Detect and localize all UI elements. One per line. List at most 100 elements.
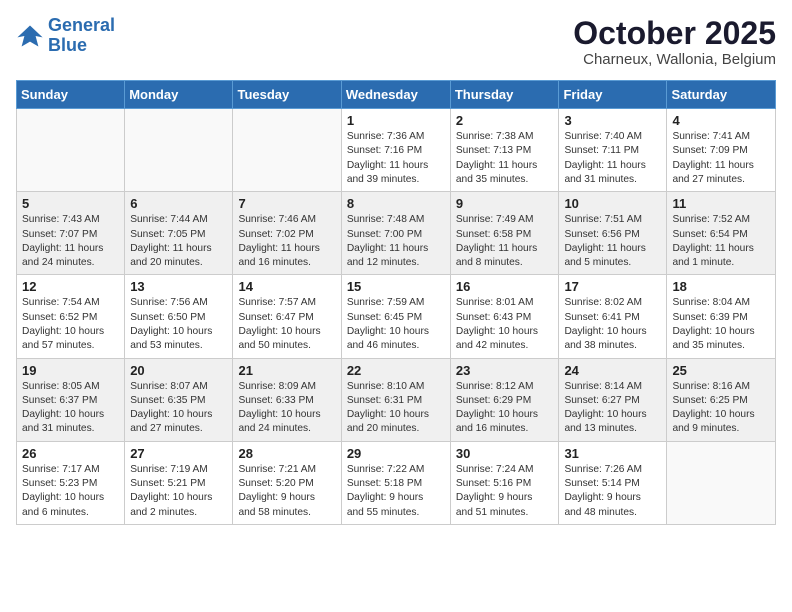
weekday-header: Friday <box>559 81 667 109</box>
calendar-day-cell: 10 Sunrise: 7:51 AM Sunset: 6:56 PM Dayli… <box>559 192 667 275</box>
day-info: Sunrise: 8:05 AM Sunset: 6:37 PM Dayligh… <box>22 380 119 437</box>
day-info: Sunrise: 7:36 AM Sunset: 7:16 PM Dayligh… <box>347 130 445 187</box>
calendar-day-cell: 24Sunrise: 8:14 AM Sunset: 6:27 PM Dayli… <box>559 358 667 441</box>
location-title: Charneux, Wallonia, Belgium <box>573 51 776 68</box>
calendar-day-cell: 11 Sunrise: 7:52 AM Sunset: 6:54 PM Dayli… <box>667 192 776 275</box>
month-title: October 2025 <box>573 16 776 51</box>
calendar-day-cell: 16 Sunrise: 8:01 AM Sunset: 6:43 PM Dayli… <box>450 275 559 358</box>
weekday-header: Sunday <box>17 81 125 109</box>
day-info: Sunrise: 8:07 AM Sunset: 6:35 PM Dayligh… <box>130 380 227 437</box>
day-number: 28 <box>238 446 335 461</box>
day-number: 26 <box>22 446 119 461</box>
weekday-header-row: SundayMondayTuesdayWednesdayThursdayFrid… <box>17 81 776 109</box>
day-info: Sunrise: 8:10 AM Sunset: 6:31 PM Dayligh… <box>347 380 445 437</box>
logo-line1: General <box>48 15 115 35</box>
day-number: 27 <box>130 446 227 461</box>
day-info: Sunrise: 7:38 AM Sunset: 7:13 PM Dayligh… <box>456 130 554 187</box>
day-info: Sunrise: 7:26 AM Sunset: 5:14 PM Dayligh… <box>564 463 661 520</box>
day-number: 6 <box>130 196 227 211</box>
day-number: 15 <box>347 279 445 294</box>
day-info: Sunrise: 7:24 AM Sunset: 5:16 PM Dayligh… <box>456 463 554 520</box>
day-info: Sunrise: 7:49 AM Sunset: 6:58 PM Dayligh… <box>456 213 554 270</box>
day-number: 4 <box>672 113 770 128</box>
day-info: Sunrise: 7:48 AM Sunset: 7:00 PM Dayligh… <box>347 213 445 270</box>
calendar-day-cell: 4Sunrise: 7:41 AM Sunset: 7:09 PM Daylig… <box>667 109 776 192</box>
calendar-day-cell: 2 Sunrise: 7:38 AM Sunset: 7:13 PM Daylig… <box>450 109 559 192</box>
day-info: Sunrise: 8:04 AM Sunset: 6:39 PM Dayligh… <box>672 296 770 353</box>
calendar-day-cell: 21Sunrise: 8:09 AM Sunset: 6:33 PM Dayli… <box>233 358 341 441</box>
day-info: Sunrise: 8:16 AM Sunset: 6:25 PM Dayligh… <box>672 380 770 437</box>
weekday-header: Saturday <box>667 81 776 109</box>
day-number: 24 <box>564 363 661 378</box>
day-info: Sunrise: 7:40 AM Sunset: 7:11 PM Dayligh… <box>564 130 661 187</box>
day-number: 18 <box>672 279 770 294</box>
day-number: 9 <box>456 196 554 211</box>
day-number: 12 <box>22 279 119 294</box>
calendar-day-cell: 7Sunrise: 7:46 AM Sunset: 7:02 PM Daylig… <box>233 192 341 275</box>
calendar-day-cell: 25 Sunrise: 8:16 AM Sunset: 6:25 PM Dayli… <box>667 358 776 441</box>
day-number: 17 <box>564 279 661 294</box>
day-info: Sunrise: 7:19 AM Sunset: 5:21 PM Dayligh… <box>130 463 227 520</box>
calendar-day-cell <box>125 109 233 192</box>
logo-icon <box>16 22 44 50</box>
calendar-day-cell: 8Sunrise: 7:48 AM Sunset: 7:00 PM Daylig… <box>341 192 450 275</box>
day-info: Sunrise: 7:17 AM Sunset: 5:23 PM Dayligh… <box>22 463 119 520</box>
calendar-day-cell <box>233 109 341 192</box>
calendar-day-cell: 6 Sunrise: 7:44 AM Sunset: 7:05 PM Daylig… <box>125 192 233 275</box>
calendar-day-cell: 20Sunrise: 8:07 AM Sunset: 6:35 PM Dayli… <box>125 358 233 441</box>
day-number: 2 <box>456 113 554 128</box>
day-info: Sunrise: 8:09 AM Sunset: 6:33 PM Dayligh… <box>238 380 335 437</box>
day-info: Sunrise: 8:12 AM Sunset: 6:29 PM Dayligh… <box>456 380 554 437</box>
day-info: Sunrise: 7:22 AM Sunset: 5:18 PM Dayligh… <box>347 463 445 520</box>
day-number: 31 <box>564 446 661 461</box>
calendar-day-cell: 27 Sunrise: 7:19 AM Sunset: 5:21 PM Dayli… <box>125 441 233 524</box>
calendar-week-row: 1Sunrise: 7:36 AM Sunset: 7:16 PM Daylig… <box>17 109 776 192</box>
day-number: 16 <box>456 279 554 294</box>
weekday-header: Monday <box>125 81 233 109</box>
day-info: Sunrise: 7:51 AM Sunset: 6:56 PM Dayligh… <box>564 213 661 270</box>
calendar-day-cell: 3Sunrise: 7:40 AM Sunset: 7:11 PM Daylig… <box>559 109 667 192</box>
calendar-day-cell: 9 Sunrise: 7:49 AM Sunset: 6:58 PM Daylig… <box>450 192 559 275</box>
calendar-week-row: 5Sunrise: 7:43 AM Sunset: 7:07 PM Daylig… <box>17 192 776 275</box>
day-number: 11 <box>672 196 770 211</box>
calendar-day-cell <box>17 109 125 192</box>
day-number: 10 <box>564 196 661 211</box>
day-number: 29 <box>347 446 445 461</box>
weekday-header: Tuesday <box>233 81 341 109</box>
calendar-day-cell: 13 Sunrise: 7:56 AM Sunset: 6:50 PM Dayli… <box>125 275 233 358</box>
day-number: 14 <box>238 279 335 294</box>
logo-text: General Blue <box>48 16 115 56</box>
day-info: Sunrise: 7:59 AM Sunset: 6:45 PM Dayligh… <box>347 296 445 353</box>
weekday-header: Wednesday <box>341 81 450 109</box>
calendar-day-cell: 15 Sunrise: 7:59 AM Sunset: 6:45 PM Dayli… <box>341 275 450 358</box>
day-info: Sunrise: 7:56 AM Sunset: 6:50 PM Dayligh… <box>130 296 227 353</box>
day-number: 22 <box>347 363 445 378</box>
day-number: 25 <box>672 363 770 378</box>
day-number: 19 <box>22 363 119 378</box>
calendar-day-cell: 28 Sunrise: 7:21 AM Sunset: 5:20 PM Dayli… <box>233 441 341 524</box>
calendar-table: SundayMondayTuesdayWednesdayThursdayFrid… <box>16 80 776 525</box>
day-number: 7 <box>238 196 335 211</box>
calendar-day-cell: 22 Sunrise: 8:10 AM Sunset: 6:31 PM Dayli… <box>341 358 450 441</box>
day-info: Sunrise: 8:01 AM Sunset: 6:43 PM Dayligh… <box>456 296 554 353</box>
calendar-day-cell: 31 Sunrise: 7:26 AM Sunset: 5:14 PM Dayli… <box>559 441 667 524</box>
calendar-day-cell: 12 Sunrise: 7:54 AM Sunset: 6:52 PM Dayli… <box>17 275 125 358</box>
page-header: General Blue October 2025 Charneux, Wall… <box>16 16 776 68</box>
day-info: Sunrise: 7:52 AM Sunset: 6:54 PM Dayligh… <box>672 213 770 270</box>
calendar-day-cell: 23 Sunrise: 8:12 AM Sunset: 6:29 PM Dayli… <box>450 358 559 441</box>
weekday-header: Thursday <box>450 81 559 109</box>
calendar-day-cell: 5Sunrise: 7:43 AM Sunset: 7:07 PM Daylig… <box>17 192 125 275</box>
day-info: Sunrise: 7:44 AM Sunset: 7:05 PM Dayligh… <box>130 213 227 270</box>
calendar-week-row: 12 Sunrise: 7:54 AM Sunset: 6:52 PM Dayli… <box>17 275 776 358</box>
calendar-week-row: 26 Sunrise: 7:17 AM Sunset: 5:23 PM Dayli… <box>17 441 776 524</box>
calendar-day-cell: 19 Sunrise: 8:05 AM Sunset: 6:37 PM Dayli… <box>17 358 125 441</box>
day-number: 5 <box>22 196 119 211</box>
day-info: Sunrise: 7:54 AM Sunset: 6:52 PM Dayligh… <box>22 296 119 353</box>
calendar-title-block: October 2025 Charneux, Wallonia, Belgium <box>573 16 776 68</box>
calendar-day-cell: 17Sunrise: 8:02 AM Sunset: 6:41 PM Dayli… <box>559 275 667 358</box>
day-number: 13 <box>130 279 227 294</box>
day-number: 23 <box>456 363 554 378</box>
calendar-day-cell <box>667 441 776 524</box>
day-number: 30 <box>456 446 554 461</box>
day-info: Sunrise: 7:21 AM Sunset: 5:20 PM Dayligh… <box>238 463 335 520</box>
